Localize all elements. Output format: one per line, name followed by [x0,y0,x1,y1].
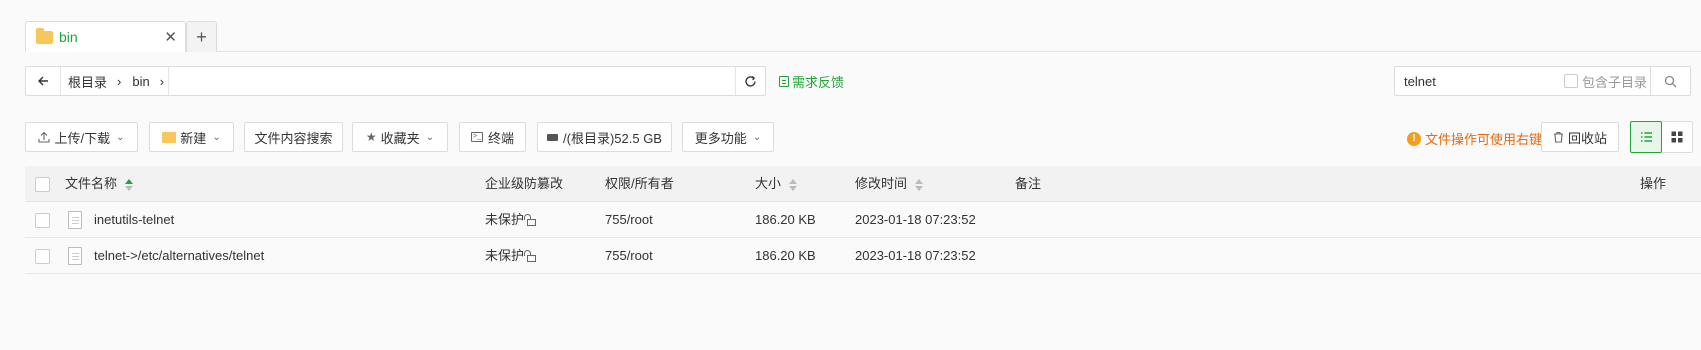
grid-view-button[interactable] [1662,121,1693,153]
chevron-down-icon: ⌄ [116,131,125,143]
warning-icon: ! [1407,131,1421,146]
chevron-right-icon: › [159,73,165,89]
file-name[interactable]: inetutils-telnet [94,202,174,238]
favorites-button[interactable]: ★ 收藏夹 ⌄ [352,122,448,152]
disk-label: /(根目录)52.5 GB [563,130,662,146]
file-name[interactable]: telnet->/etc/alternatives/telnet [94,238,264,274]
grid-icon [1671,131,1683,143]
tab-bar: bin ✕ + [25,21,1701,52]
feedback-link[interactable]: 需求反馈 [779,72,844,91]
search-icon [1664,75,1677,87]
header-name[interactable]: 文件名称 [65,166,134,202]
disk-icon [547,133,559,141]
content-search-button[interactable]: 文件内容搜索 [244,122,343,152]
breadcrumb-bin[interactable]: bin [125,74,155,89]
protect-label: 未保护 [485,212,525,227]
search-box: 包含子目录 [1394,66,1691,96]
file-icon [68,211,82,229]
upload-download-button[interactable]: 上传/下载 ⌄ [25,122,138,152]
arrow-left-icon [38,76,48,86]
file-size: 186.20 KB [755,212,816,227]
add-tab-button[interactable]: + [186,21,217,52]
select-all-checkbox[interactable] [35,177,50,192]
terminal-label: 终端 [487,130,514,146]
star-icon: ★ [365,130,377,144]
sort-icon[interactable] [125,178,134,191]
more-functions-button[interactable]: 更多功能 ⌄ [682,122,774,152]
sort-icon[interactable] [789,178,798,191]
list-view-button[interactable] [1630,121,1662,153]
content-search-label: 文件内容搜索 [254,130,333,146]
header-size-label: 大小 [755,176,782,191]
search-button[interactable] [1650,67,1690,95]
row-checkbox[interactable] [35,213,50,228]
tab-bin[interactable]: bin ✕ [25,21,186,52]
header-ops: 操作 [1640,176,1667,191]
close-icon[interactable]: ✕ [164,28,177,46]
refresh-icon [745,75,756,87]
protect-status[interactable]: 未保护 [485,238,537,274]
table-row[interactable]: inetutils-telnet 未保护 755/root 186.20 KB … [25,202,1701,238]
hint-label: 文件操作可使用右键 [1425,132,1543,147]
header-mtime[interactable]: 修改时间 [855,166,924,202]
path-input-area[interactable] [168,67,735,95]
include-subdir-label: 包含子目录 [1582,74,1648,90]
feedback-icon [779,76,789,87]
table-header: 文件名称 企业级防篡改 权限/所有者 大小 修改时间 备注 操作 [25,166,1701,202]
refresh-button[interactable] [735,67,765,95]
new-folder-icon [162,131,177,143]
search-input[interactable] [1404,73,1564,89]
new-button[interactable]: 新建 ⌄ [149,122,234,152]
permission[interactable]: 755/root [605,238,653,274]
protect-status[interactable]: 未保护 [485,202,537,238]
terminal-icon: >_ [470,132,483,142]
row-checkbox[interactable] [35,249,50,264]
checkbox[interactable] [1564,74,1578,88]
header-protect: 企业级防篡改 [485,176,564,191]
chevron-down-icon: ⌄ [212,131,221,143]
chevron-down-icon: ⌄ [425,131,435,143]
unlock-icon [524,214,537,226]
disk-button[interactable]: /(根目录)52.5 GB [537,122,672,152]
include-subdir-checkbox[interactable]: 包含子目录 [1564,72,1647,91]
breadcrumb-root[interactable]: 根目录 [61,72,113,91]
file-icon [68,247,82,265]
header-note: 备注 [1015,176,1042,191]
list-icon [1640,132,1652,142]
more-label: 更多功能 [694,130,747,146]
unlock-icon [524,250,537,262]
path-bar: 根目录 › bin › [25,66,766,96]
favorites-label: 收藏夹 [380,130,420,146]
tab-label: bin [59,29,78,45]
feedback-label: 需求反馈 [792,75,845,90]
right-click-hint: ! 文件操作可使用右键 [1407,129,1542,148]
chevron-down-icon: ⌄ [752,131,762,143]
recycle-bin-label: 回收站 [1567,130,1607,146]
header-size[interactable]: 大小 [755,166,798,202]
trash-icon [1553,131,1563,143]
recycle-bin-button[interactable]: 回收站 [1541,122,1619,152]
sort-icon[interactable] [915,178,924,191]
protect-label: 未保护 [485,248,525,263]
folder-icon [36,27,53,44]
header-name-label: 文件名称 [65,176,118,191]
upload-icon [38,131,51,143]
chevron-right-icon: › [117,73,122,89]
modified-time: 2023-01-18 07:23:52 [855,212,976,227]
modified-time: 2023-01-18 07:23:52 [855,248,976,263]
permission[interactable]: 755/root [605,202,653,238]
upload-download-label: 上传/下载 [54,130,111,146]
new-label: 新建 [180,130,207,146]
table-row[interactable]: telnet->/etc/alternatives/telnet 未保护 755… [25,238,1701,274]
file-size: 186.20 KB [755,248,816,263]
header-perm: 权限/所有者 [605,176,674,191]
back-button[interactable] [26,67,61,95]
header-mtime-label: 修改时间 [855,176,908,191]
terminal-button[interactable]: >_ 终端 [459,122,526,152]
